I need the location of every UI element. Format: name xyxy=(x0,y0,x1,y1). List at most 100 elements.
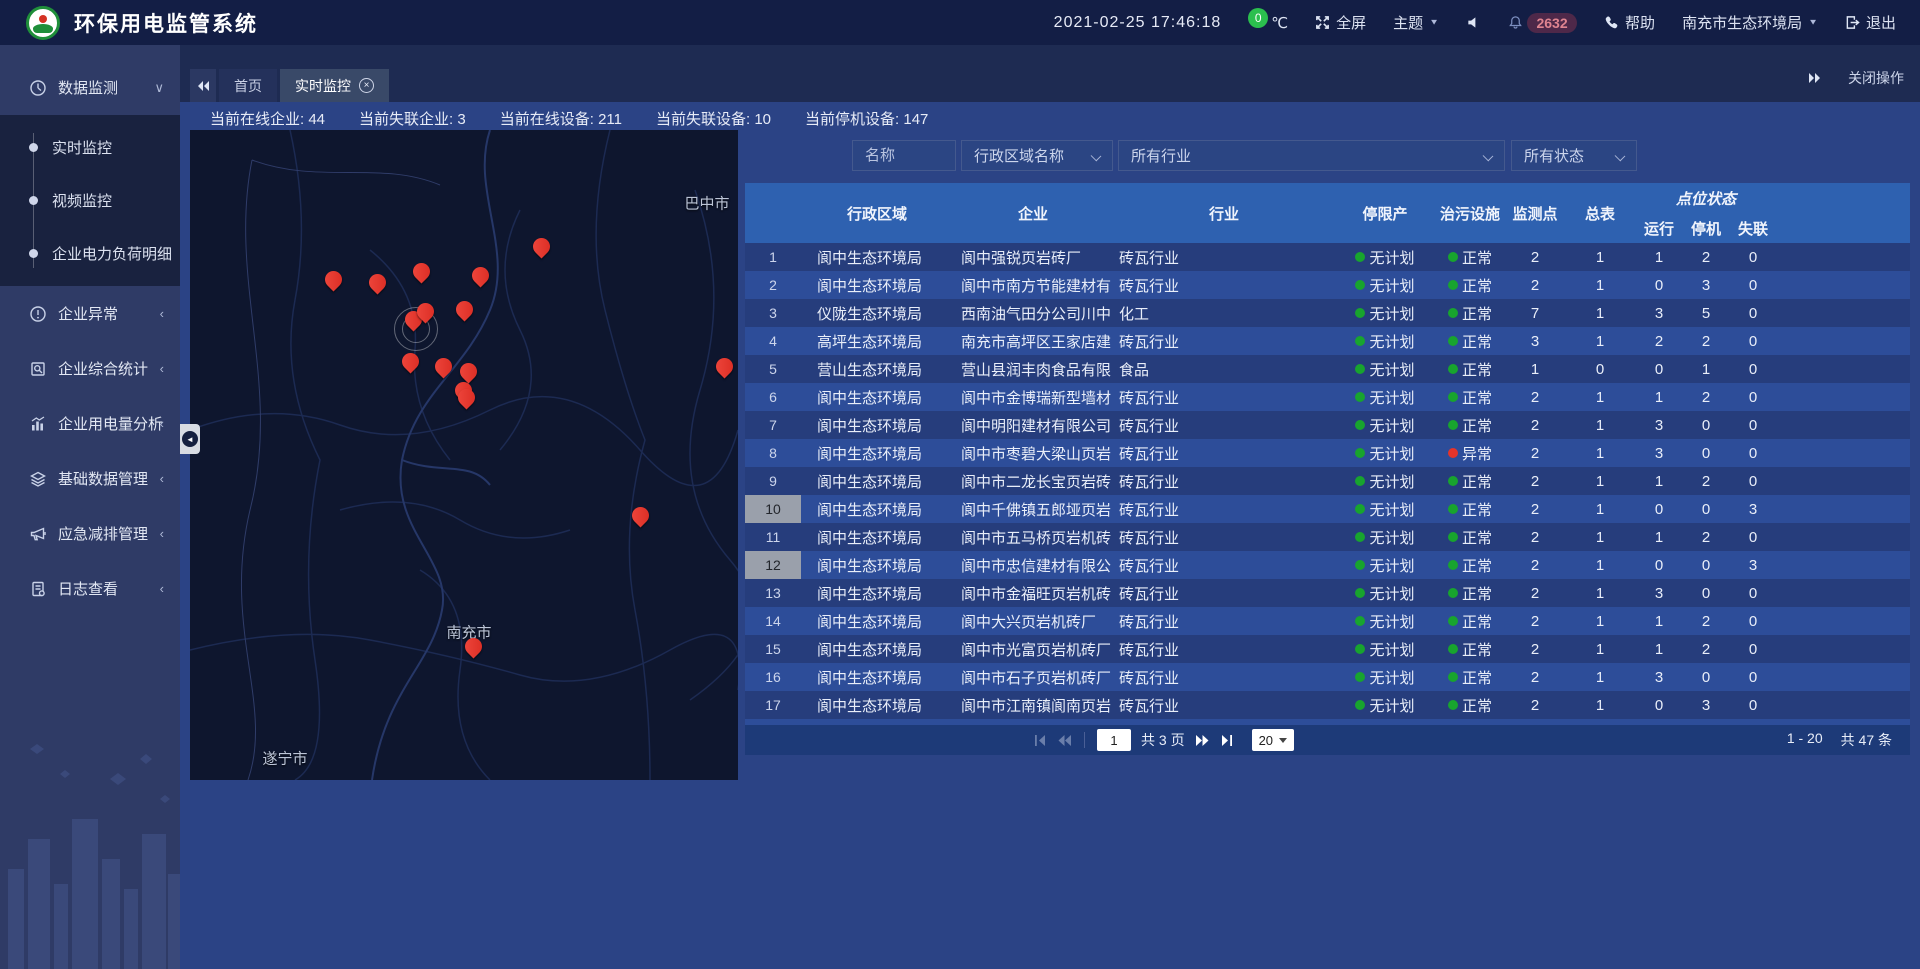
table-row[interactable]: 2阆中生态环境局阆中市南方节能建材有砖瓦行业无计划正常21030 xyxy=(745,271,1910,299)
cell-spacer xyxy=(1777,439,1910,467)
cell-facility: 正常 xyxy=(1435,579,1505,607)
pager-divider xyxy=(1084,732,1085,748)
cell-stopped: 0 xyxy=(1683,439,1729,467)
status-dot-normal xyxy=(1448,616,1458,626)
sidebar-item-data-monitoring[interactable]: 数据监测∨ xyxy=(0,60,180,115)
help-button[interactable]: 帮助 xyxy=(1604,12,1655,33)
cell-spacer xyxy=(1777,411,1910,439)
status-text: 无计划 xyxy=(1369,611,1414,632)
sidebar-item-power-load-detail[interactable]: 企业电力负荷明细 xyxy=(0,227,180,280)
table-row[interactable]: 4高坪生态环境局南充市高坪区王家店建砖瓦行业无计划正常31220 xyxy=(745,327,1910,355)
sidebar-item-enterprise-stats[interactable]: 企业综合统计‹ xyxy=(0,341,180,396)
chevron-left-icon: ‹ xyxy=(160,526,164,541)
prev-page-icon xyxy=(1057,734,1072,747)
bullet-icon xyxy=(29,249,38,258)
sidebar-item-realtime-monitoring[interactable]: 实时监控 xyxy=(0,121,180,174)
cell-meter: 1 xyxy=(1565,383,1635,411)
status-text: 无计划 xyxy=(1369,499,1414,520)
sidebar-item-log-view[interactable]: 日志查看‹ xyxy=(0,561,180,616)
first-page-button[interactable] xyxy=(1033,734,1047,747)
cell-industry: 砖瓦行业 xyxy=(1113,523,1335,551)
status-filter-select[interactable]: 所有状态 xyxy=(1511,140,1637,171)
sidebar-item-power-analysis[interactable]: 企业用电量分析‹ xyxy=(0,396,180,451)
status-text: 正常 xyxy=(1462,667,1492,688)
organization-dropdown[interactable]: 南充市生态环境局 ▼ xyxy=(1682,12,1818,33)
mute-button[interactable] xyxy=(1466,15,1481,30)
logout-button[interactable]: 退出 xyxy=(1845,12,1896,33)
sidebar-collapse-button[interactable]: ◄ xyxy=(180,424,200,454)
cell-stopped: 3 xyxy=(1683,691,1729,719)
cell-industry: 砖瓦行业 xyxy=(1113,663,1335,691)
page-size-select[interactable]: 20 xyxy=(1252,729,1294,751)
status-dot-normal xyxy=(1355,420,1365,430)
sidebar-item-enterprise-abnormal[interactable]: 企业异常‹ xyxy=(0,286,180,341)
chevron-down-icon: ∨ xyxy=(154,80,164,96)
table-row[interactable]: 5营山生态环境局营山县润丰肉食品有限食品无计划正常10010 xyxy=(745,355,1910,383)
status-text: 无计划 xyxy=(1369,639,1414,660)
cell-spacer xyxy=(1777,243,1910,271)
sidebar-item-video-monitoring[interactable]: 视频监控 xyxy=(0,174,180,227)
cell-region: 高坪生态环境局 xyxy=(801,327,953,355)
city-label-遂宁市: 遂宁市 xyxy=(262,748,307,769)
cell-offline: 0 xyxy=(1729,327,1777,355)
table-row[interactable]: 15阆中生态环境局阆中市光富页岩机砖厂砖瓦行业无计划正常21120 xyxy=(745,635,1910,663)
cell-limit: 无计划 xyxy=(1335,523,1435,551)
theme-dropdown[interactable]: 主题 ▼ xyxy=(1393,12,1439,33)
app-title: 环保用电监管系统 xyxy=(74,8,258,38)
cell-limit: 无计划 xyxy=(1335,383,1435,411)
status-dot-normal xyxy=(1448,308,1458,318)
table-row[interactable]: 8阆中生态环境局阆中市枣碧大梁山页岩砖瓦行业无计划异常21300 xyxy=(745,439,1910,467)
cell-facility: 正常 xyxy=(1435,467,1505,495)
table-row[interactable]: 3仪陇生态环境局西南油气田分公司川中化工无计划正常71350 xyxy=(745,299,1910,327)
cell-stopped: 2 xyxy=(1683,523,1729,551)
table-row[interactable]: 12阆中生态环境局阆中市忠信建材有限公砖瓦行业无计划正常21003 xyxy=(745,551,1910,579)
tabbar: 首页实时监控× 关闭操作 xyxy=(180,45,1920,102)
cell-facility: 正常 xyxy=(1435,383,1505,411)
prev-page-button[interactable] xyxy=(1057,734,1072,747)
tabs-scroll-left-button[interactable] xyxy=(190,69,216,102)
table-row[interactable]: 7阆中生态环境局阆中明阳建材有限公司砖瓦行业无计划正常21300 xyxy=(745,411,1910,439)
cell-points: 2 xyxy=(1505,523,1565,551)
region-filter-select[interactable]: 行政区域名称 xyxy=(961,140,1113,171)
status-text: 无计划 xyxy=(1369,359,1414,380)
table-row[interactable]: 6阆中生态环境局阆中市金博瑞新型墙材砖瓦行业无计划正常21120 xyxy=(745,383,1910,411)
cell-offline: 3 xyxy=(1729,495,1777,523)
cell-industry: 砖瓦行业 xyxy=(1113,467,1335,495)
page-input[interactable] xyxy=(1097,729,1131,751)
table-row[interactable]: 10阆中生态环境局阆中千佛镇五郎垭页岩砖瓦行业无计划正常21003 xyxy=(745,495,1910,523)
table-row[interactable]: 17阆中生态环境局阆中市江南镇阆南页岩砖瓦行业无计划正常21030 xyxy=(745,691,1910,719)
table-row[interactable]: 16阆中生态环境局阆中市石子页岩机砖厂砖瓦行业无计划正常21300 xyxy=(745,663,1910,691)
map-panel[interactable]: 巴中市南充市遂宁市 xyxy=(190,130,738,780)
cell-offline: 0 xyxy=(1729,243,1777,271)
tab-首页[interactable]: 首页 xyxy=(219,69,277,102)
row-index: 3 xyxy=(745,299,801,327)
table-row[interactable]: 14阆中生态环境局阆中大兴页岩机砖厂砖瓦行业无计划正常21120 xyxy=(745,607,1910,635)
cell-facility: 正常 xyxy=(1435,271,1505,299)
double-chevron-right-icon xyxy=(1808,72,1822,84)
cell-points: 2 xyxy=(1505,467,1565,495)
sidebar-item-emergency-reduction[interactable]: 应急减排管理‹ xyxy=(0,506,180,561)
table-row[interactable]: 11阆中生态环境局阆中市五马桥页岩机砖砖瓦行业无计划正常21120 xyxy=(745,523,1910,551)
sidebar-item-basic-data[interactable]: 基础数据管理‹ xyxy=(0,451,180,506)
table-row[interactable]: 1阆中生态环境局阆中强锐页岩砖厂砖瓦行业无计划正常21120 xyxy=(745,243,1910,271)
cell-meter: 1 xyxy=(1565,439,1635,467)
status-dot-normal xyxy=(1355,280,1365,290)
cell-region: 仪陇生态环境局 xyxy=(801,299,953,327)
fullscreen-button[interactable]: 全屏 xyxy=(1315,12,1366,33)
tab-实时监控[interactable]: 实时监控× xyxy=(280,69,389,102)
next-page-button[interactable] xyxy=(1195,734,1210,747)
cell-facility: 正常 xyxy=(1435,299,1505,327)
name-filter-input[interactable] xyxy=(852,140,956,171)
notification-bell[interactable]: 2632 xyxy=(1508,13,1577,33)
monitor-panel: 行政区域名称 所有行业 所有状态 行政区域 企业 行业 停限产 治污设施 监测点… xyxy=(745,140,1910,755)
cell-region: 阆中生态环境局 xyxy=(801,243,953,271)
cell-limit: 无计划 xyxy=(1335,271,1435,299)
industry-filter-select[interactable]: 所有行业 xyxy=(1118,140,1505,171)
alert-icon xyxy=(28,304,48,324)
last-page-button[interactable] xyxy=(1220,734,1234,747)
table-row[interactable]: 9阆中生态环境局阆中市二龙长宝页岩砖砖瓦行业无计划正常21120 xyxy=(745,467,1910,495)
close-operations[interactable]: 关闭操作 xyxy=(1808,68,1904,88)
table-row[interactable]: 13阆中生态环境局阆中市金福旺页岩机砖砖瓦行业无计划正常21300 xyxy=(745,579,1910,607)
status-text: 正常 xyxy=(1462,247,1492,268)
tab-close-icon[interactable]: × xyxy=(359,78,374,93)
